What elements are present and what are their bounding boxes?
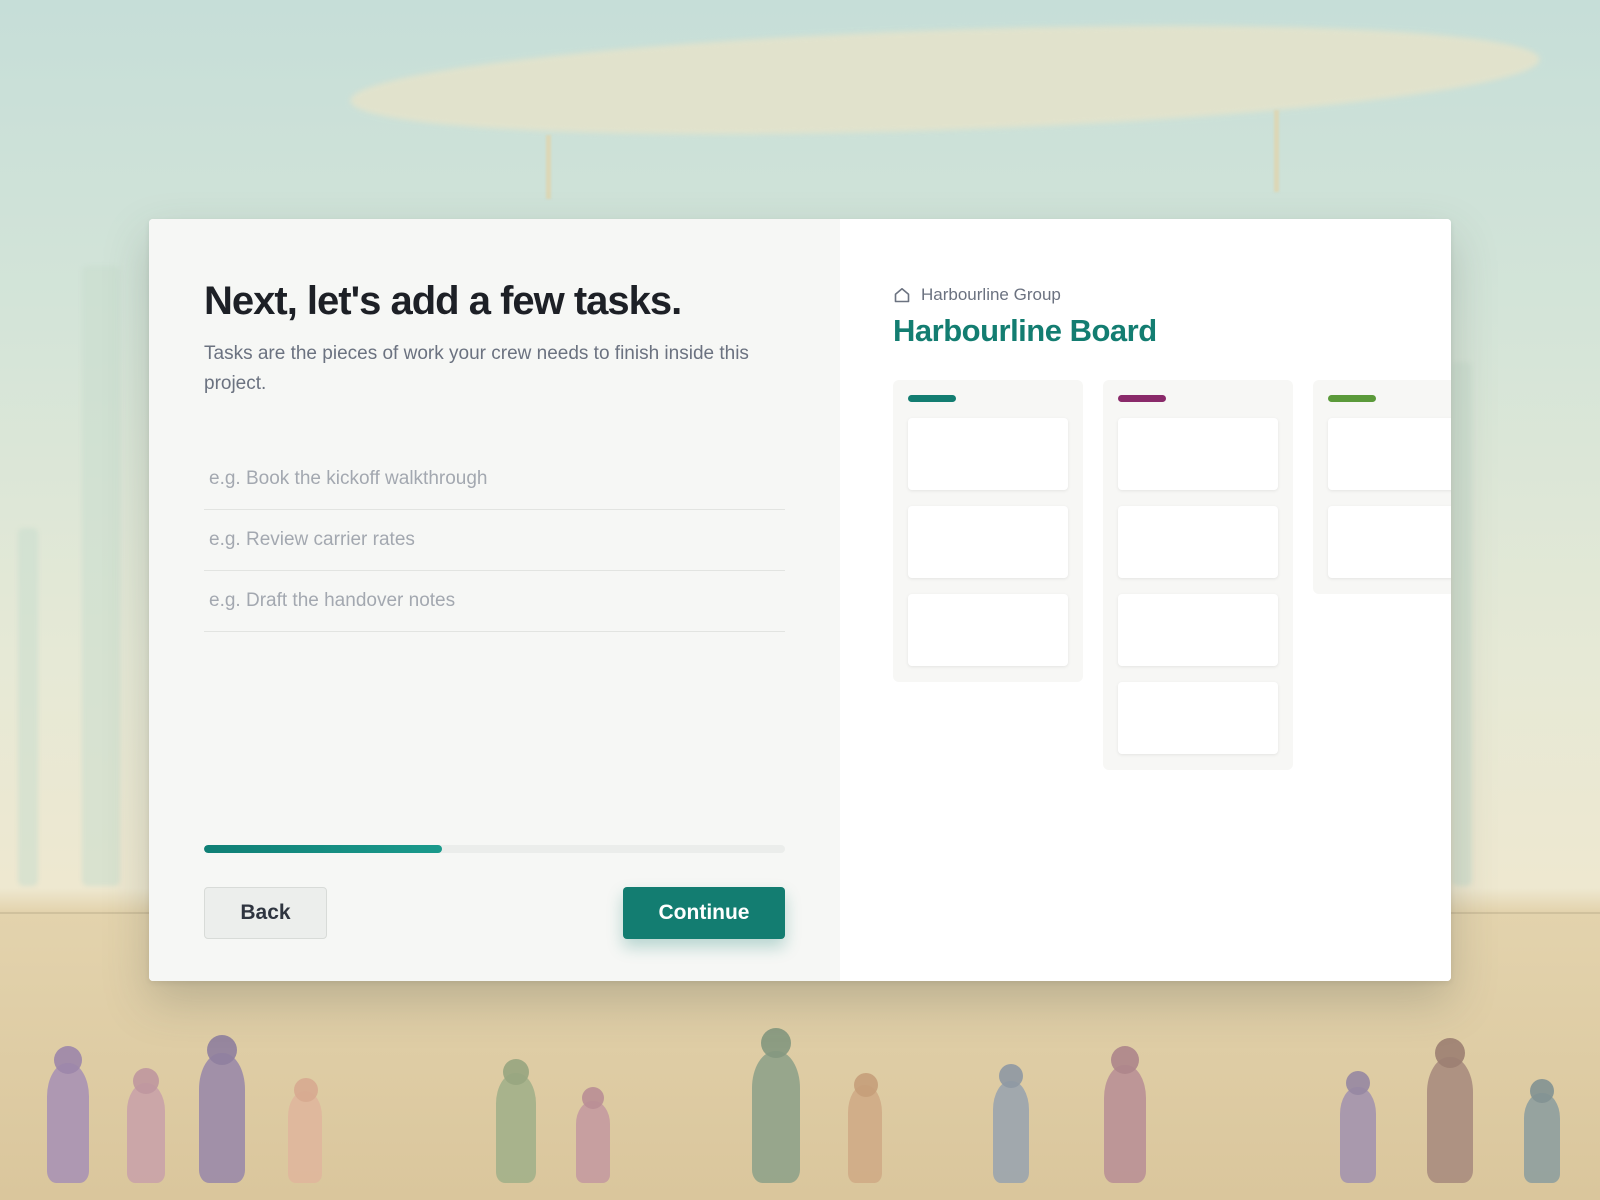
column-color-bar — [908, 395, 956, 402]
pillar — [18, 528, 38, 886]
board-preview-panel: Harbourline Group Harbourline Board — [840, 219, 1451, 981]
figure-head — [1346, 1071, 1370, 1095]
figure — [848, 1085, 882, 1183]
figure-head — [503, 1059, 529, 1085]
figure — [993, 1081, 1029, 1183]
home-icon — [893, 286, 911, 304]
page-subtitle: Tasks are the pieces of work your crew n… — [204, 343, 749, 394]
figure-head — [1530, 1079, 1554, 1103]
card-placeholder — [1328, 506, 1451, 578]
workspace-name: Harbourline Group — [921, 285, 1061, 304]
figure — [47, 1063, 89, 1183]
figure-head — [54, 1046, 82, 1074]
figure — [496, 1073, 536, 1183]
figure-head — [582, 1087, 604, 1109]
continue-button[interactable]: Continue — [623, 887, 785, 939]
figure-head — [207, 1035, 237, 1065]
task-input-2[interactable] — [204, 510, 785, 571]
task-step-panel: Next, let's add a few tasks. Tasks are t… — [149, 219, 840, 981]
card-placeholder — [1118, 418, 1278, 490]
figure — [288, 1091, 322, 1183]
figure — [1524, 1093, 1560, 1183]
board-column-preview — [1313, 380, 1451, 594]
board-column-preview — [893, 380, 1083, 682]
figure-head — [999, 1064, 1023, 1088]
card-placeholder — [908, 594, 1068, 666]
progress-bar-fill — [204, 845, 443, 853]
back-button[interactable]: Back — [204, 887, 327, 939]
figure-head — [133, 1068, 159, 1094]
board-column-preview — [1103, 380, 1293, 770]
onboarding-modal: Next, let's add a few tasks. Tasks are t… — [149, 219, 1451, 981]
task-input-1[interactable] — [204, 449, 785, 510]
card-placeholder — [908, 506, 1068, 578]
column-color-bar — [1328, 395, 1376, 402]
task-input-list — [204, 449, 785, 632]
figure-head — [1435, 1038, 1465, 1068]
card-placeholder — [1118, 682, 1278, 754]
pillar — [82, 266, 120, 886]
pole — [1274, 110, 1279, 192]
figure — [752, 1051, 800, 1183]
progress-bar — [204, 845, 785, 853]
figure — [127, 1083, 165, 1183]
column-color-bar — [1118, 395, 1166, 402]
figure-head — [1111, 1046, 1139, 1074]
card-placeholder — [1118, 594, 1278, 666]
task-input-3[interactable] — [204, 571, 785, 632]
figure — [199, 1053, 245, 1183]
figure — [1104, 1065, 1146, 1183]
pillar — [1452, 362, 1472, 886]
figure — [1340, 1087, 1376, 1183]
surfboard-shape — [348, 9, 1542, 151]
figure-head — [854, 1073, 878, 1097]
workspace-label: Harbourline Group — [893, 285, 1061, 305]
figure — [1427, 1057, 1473, 1183]
card-placeholder — [1328, 418, 1451, 490]
page-title: Next, let's add a few tasks. — [204, 279, 682, 323]
figure-head — [761, 1028, 791, 1058]
figure — [576, 1101, 610, 1183]
card-placeholder — [908, 418, 1068, 490]
figure-head — [294, 1078, 318, 1102]
pole — [546, 135, 551, 199]
card-placeholder — [1118, 506, 1278, 578]
board-title: Harbourline Board — [893, 313, 1157, 348]
